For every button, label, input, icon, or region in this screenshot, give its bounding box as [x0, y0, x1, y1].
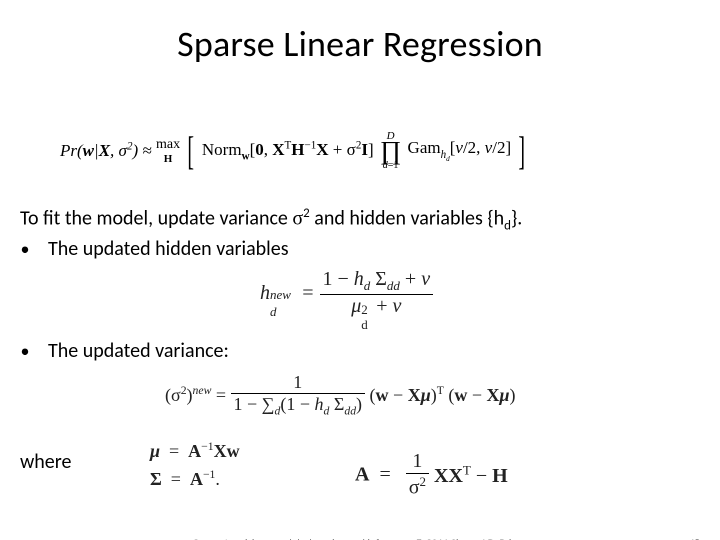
equation-mu-sigma: μ = A−1Xw Σ = A−1.	[150, 440, 240, 490]
bullet-1-row: • The updated hidden variables	[20, 237, 700, 262]
bracket-right: ]	[519, 135, 526, 167]
equation-hd-new: hnewd = 1 − hd Σdd + ν μ2d + ν	[260, 268, 433, 318]
hd-subscript: d	[504, 219, 511, 234]
sigma-lhs: (σ2)new =	[165, 385, 231, 405]
bracket-left: [	[188, 135, 195, 167]
equation-sigma-new: (σ2)new = 1 1 − ∑d(1 − hd Σdd) (w − Xμ)T…	[165, 372, 516, 418]
bullet-dot-2: •	[20, 340, 30, 362]
sigma-fraction: 1 1 − ∑d(1 − hd Σdd)	[231, 372, 366, 418]
slide: Sparse Linear Regression Pr(w|X, σ2) ≈ m…	[0, 22, 720, 540]
hd-numerator: 1 − hd Σdd + ν	[320, 268, 434, 295]
bullet-dot-1: •	[20, 238, 30, 261]
bullet-2-text: The updated variance:	[48, 339, 229, 363]
sigma-rhs: (w − Xμ)T (w − Xμ)	[370, 385, 516, 405]
body-text-2: • The updated variance:	[20, 337, 700, 363]
body-line1b: and hidden variables {h	[310, 207, 504, 231]
eq-mu-line: μ = A−1Xw	[150, 440, 240, 462]
eq-main-gamma: Gamhd[ν/2, ν/2]	[408, 138, 512, 157]
body-line1c: }.	[511, 207, 522, 231]
equation-A: A = 1 σ2 XXT − H	[355, 450, 508, 500]
eq-main-product: D ∏ d=1	[380, 130, 401, 171]
A-fraction: 1 σ2	[406, 450, 429, 500]
sigma-numerator: 1	[231, 372, 366, 394]
body-line1a: To fit the model, update variance	[20, 207, 292, 231]
hd-lhs: hnewd =	[260, 282, 320, 304]
A-lhs: A =	[355, 463, 401, 485]
A-denominator: σ2	[406, 474, 429, 500]
hd-denominator: μ2d + ν	[320, 295, 434, 318]
bullet-2-row: • The updated variance:	[20, 339, 700, 363]
eq-main-max: max H	[156, 137, 180, 165]
body-text-1: To fit the model, update variance σ2 and…	[20, 206, 700, 262]
max-label: max	[156, 137, 180, 153]
hd-fraction: 1 − hd Σdd + ν μ2d + ν	[320, 268, 434, 318]
sigma-denominator: 1 − ∑d(1 − hd Σdd)	[231, 394, 366, 418]
where-label: where	[20, 450, 71, 474]
A-rhs: XXT − H	[434, 465, 508, 487]
equation-main: Pr(w|X, σ2) ≈ max H [ Normw[0, XTH−1X + …	[60, 130, 529, 171]
A-numerator: 1	[406, 450, 429, 474]
eq-main-lhs: Pr(w|X, σ2) ≈	[60, 141, 156, 160]
eq-sigmacap-line: Σ = A−1.	[150, 468, 240, 490]
eq-main-norm: Normw[0, XTH−1X + σ2I]	[202, 140, 374, 159]
slide-title: Sparse Linear Regression	[0, 22, 720, 66]
bullet-1-text: The updated hidden variables	[48, 237, 289, 262]
